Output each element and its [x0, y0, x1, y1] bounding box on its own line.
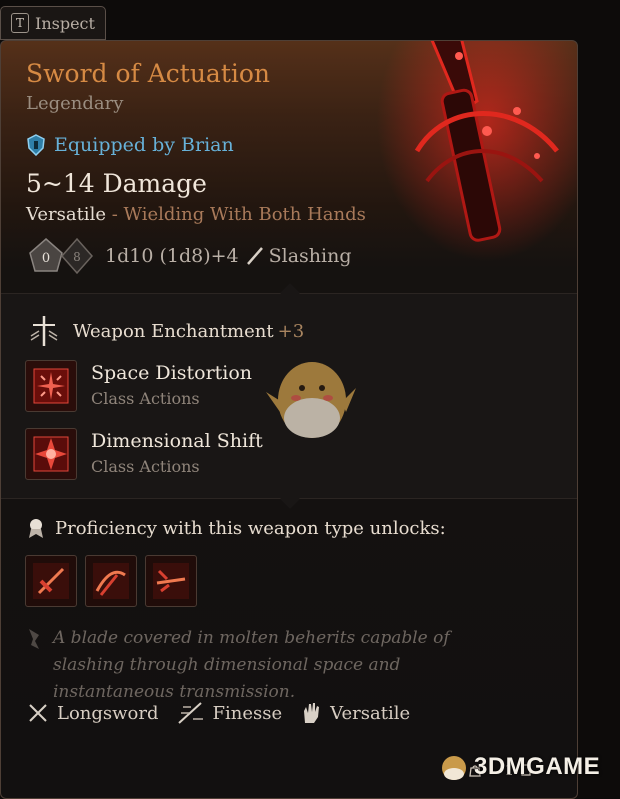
proficiency-header: Proficiency with this weapon type unlock…	[27, 517, 446, 539]
property-versatile[interactable]: Versatile	[300, 701, 410, 725]
watermark-text: 3DMGAME	[474, 753, 601, 780]
lunge-strike-icon[interactable]	[145, 555, 197, 607]
quill-icon	[29, 629, 39, 649]
mascot-watermark-icon	[266, 362, 356, 438]
proficiency-icons	[25, 555, 197, 607]
slashing-blade-icon	[246, 247, 263, 265]
action-space-distortion[interactable]: Space Distortion Class Actions	[25, 360, 252, 412]
proficiency-label: Proficiency with this weapon type unlock…	[55, 517, 446, 539]
star-burst-icon	[25, 428, 77, 480]
versatile-line: Versatile - Wielding With Both Hands	[26, 204, 366, 225]
equipped-helmet-icon	[27, 134, 45, 156]
enchantment-bonus: +3	[277, 320, 305, 342]
watermark-mascot-icon	[442, 756, 466, 780]
property-label: Finesse	[212, 702, 283, 724]
enchantment-header: Weapon Enchantment +3	[27, 314, 304, 348]
item-rarity: Legendary	[26, 93, 124, 114]
finesse-icon	[177, 702, 203, 724]
enchantment-label: Weapon Enchantment	[73, 320, 274, 342]
item-description: A blade covered in molten beherits capab…	[25, 625, 525, 706]
site-watermark: 3DMGAME	[438, 752, 600, 782]
property-label: Versatile	[330, 702, 411, 724]
inspect-label: Inspect	[35, 13, 95, 33]
property-longsword[interactable]: Longsword	[27, 702, 159, 724]
action-name: Dimensional Shift	[91, 430, 263, 452]
section-notch-top	[280, 283, 300, 303]
rune-burst-icon	[25, 360, 77, 412]
section-notch-bottom	[280, 489, 300, 509]
property-note: - Wielding With Both Hands	[105, 204, 366, 225]
crossed-swords-icon	[29, 704, 47, 722]
damage-type: Slashing	[268, 245, 352, 267]
action-dimensional-shift[interactable]: Dimensional Shift Class Actions	[25, 428, 263, 480]
item-name: Sword of Actuation	[26, 59, 271, 88]
property-label: Longsword	[57, 702, 159, 724]
sword-art-icon	[377, 41, 577, 261]
action-type: Class Actions	[91, 389, 200, 408]
proficiency-medal-icon	[29, 519, 43, 538]
property-finesse[interactable]: Finesse	[177, 701, 283, 725]
inspect-tab[interactable]: T Inspect	[0, 6, 106, 40]
equipped-by-label: Equipped by Brian	[54, 134, 234, 156]
equipped-line: Equipped by Brian	[26, 134, 234, 156]
slash-strike-icon[interactable]	[25, 555, 77, 607]
damage-formula: 1d10 (1d8)+4	[105, 245, 239, 267]
d8-dice-icon: 8	[60, 237, 94, 275]
action-name: Space Distortion	[91, 362, 253, 384]
damage-range: 5~14 Damage	[26, 169, 207, 198]
property-name: Versatile	[26, 204, 106, 225]
d8-face: 8	[73, 250, 81, 264]
dice-row: 0 8 1d10 (1d8)+4 Slashing	[27, 237, 352, 275]
d10-face: 0	[42, 251, 50, 266]
action-type: Class Actions	[91, 457, 200, 476]
description-text: A blade covered in molten beherits capab…	[53, 628, 450, 702]
sweeping-slash-icon[interactable]	[85, 555, 137, 607]
hand-icon	[304, 703, 320, 723]
enchantment-sword-icon	[30, 316, 58, 346]
weapon-properties: Longsword Finesse Versatile	[27, 701, 428, 725]
inspect-key-badge: T	[11, 13, 29, 33]
